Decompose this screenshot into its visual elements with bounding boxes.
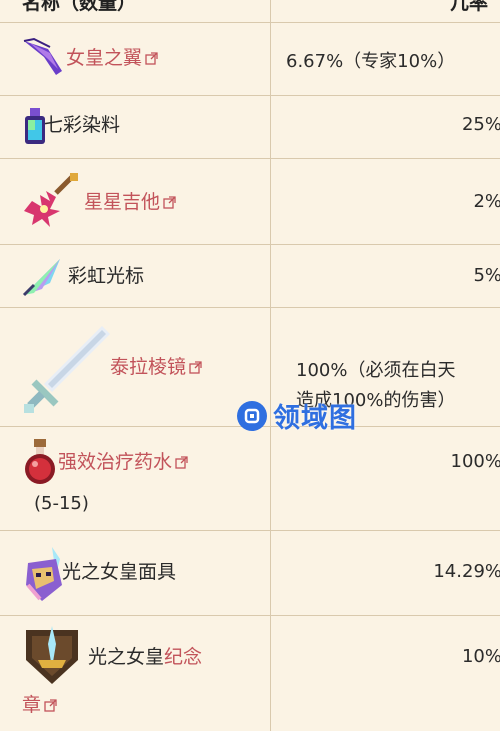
item-name: 星星吉他 [84,191,161,213]
item-link-empress-trophy-cont[interactable]: 章 [22,692,57,718]
table-row: 彩虹光标 5% [0,245,500,308]
header-name: 名称（数量） [22,0,137,14]
header-rate: 几率 [449,0,488,14]
external-link-icon [175,456,188,469]
rainbow-cursor-icon [22,259,60,297]
table-row: 光之女皇面具 14.29% [0,531,500,616]
table-row: 星星吉他 2% [0,159,500,245]
watermark-text: 领域图 [273,403,357,434]
drop-rate: 5% [473,265,500,286]
item-name: 彩虹光标 [68,265,145,287]
table-row: 女皇之翼 6.67%（专家10%） [0,23,500,96]
item-name-plain: 光之女皇 [88,646,165,668]
watermark: 领域图 [237,396,357,435]
drop-rate: 100% [450,451,500,472]
drop-rate: 14.29% [433,561,500,582]
item-name: 女皇之翼 [66,47,143,69]
item-name: 泰拉棱镜 [110,356,187,378]
item-name-line2: 章 [22,694,42,716]
sword-icon [24,326,110,413]
item-link-empress-trophy[interactable]: 光之女皇纪念 [88,644,202,670]
item-name: 光之女皇面具 [62,561,177,583]
item-link-terraprisma[interactable]: 泰拉棱镜 [110,354,202,380]
table-row: 强效治疗药水 (5-15) 100% [0,427,500,531]
external-link-icon [145,52,158,65]
guitar-icon [24,173,78,227]
external-link-icon [44,699,57,712]
item-name: 七彩染料 [44,114,121,136]
drop-table: 名称（数量） 几率 女皇之翼 6.67%（专家10%） 七彩染料 25% 星星吉… [0,0,500,731]
badge-icon [26,626,78,684]
external-link-icon [189,361,202,374]
table-row: 光之女皇纪念 章 10% [0,616,500,731]
potion-icon [25,439,55,484]
table-header: 名称（数量） 几率 [0,0,500,23]
item-link-empress-wings[interactable]: 女皇之翼 [66,45,158,71]
drop-rate: 10% [461,646,500,667]
item-link-stellar-tune[interactable]: 星星吉他 [84,189,176,215]
external-link-icon [163,196,176,209]
drop-rate-line1: 100%（必须在白天 [296,360,456,381]
watermark-logo-icon [237,400,267,431]
drop-rate: 25% [461,114,500,135]
item-name-link: 纪念 [164,646,203,668]
item-link-greater-healing-potion[interactable]: 强效治疗药水 [58,449,188,475]
drop-rate: 6.67%（专家10%） [286,51,456,72]
item-name: 强效治疗药水 [58,451,173,473]
item-quantity: (5-15) [34,493,89,514]
table-row: 七彩染料 25% [0,96,500,159]
drop-rate: 2% [473,191,500,212]
wings-icon [23,37,62,75]
